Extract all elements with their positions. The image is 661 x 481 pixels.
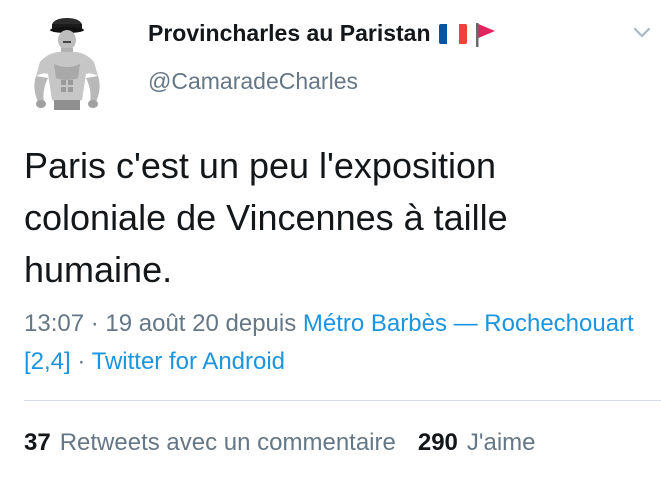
tweet-text: Paris c'est un peu l'exposition colonial…: [24, 145, 508, 290]
tweet-date[interactable]: 19 août 20: [105, 310, 218, 337]
name-badges: [438, 21, 497, 47]
meta-depuis: depuis: [218, 310, 303, 337]
flag-france-icon: [438, 23, 467, 44]
likes-count[interactable]: 290: [418, 429, 458, 457]
retweets-count[interactable]: 37: [24, 429, 51, 457]
avatar[interactable]: [30, 10, 104, 110]
author-handle[interactable]: @CamaradeCharles: [148, 68, 358, 95]
display-name[interactable]: Provincharles au Paristan: [148, 20, 431, 47]
retweets-label[interactable]: Retweets avec un commentaire: [60, 429, 396, 457]
likes-label[interactable]: J'aime: [467, 429, 536, 457]
red-flag-icon: [475, 22, 495, 47]
tweet-stats: 37 Retweets avec un commentaire 290 J'ai…: [24, 429, 536, 457]
author-name-row[interactable]: Provincharles au Paristan: [148, 20, 497, 47]
divider: [24, 400, 661, 401]
meta-separator: ·: [84, 310, 106, 337]
tweet-meta: 13:07 · 19 août 20 depuis Métro Barbès —…: [24, 305, 644, 381]
tweet-client-link[interactable]: Twitter for Android: [92, 348, 285, 375]
avatar-image: [34, 18, 100, 110]
meta-separator: ·: [70, 348, 92, 375]
tweet-menu-button[interactable]: [632, 22, 652, 42]
tweet-time[interactable]: 13:07: [24, 310, 84, 337]
chevron-down-icon: [633, 27, 651, 38]
